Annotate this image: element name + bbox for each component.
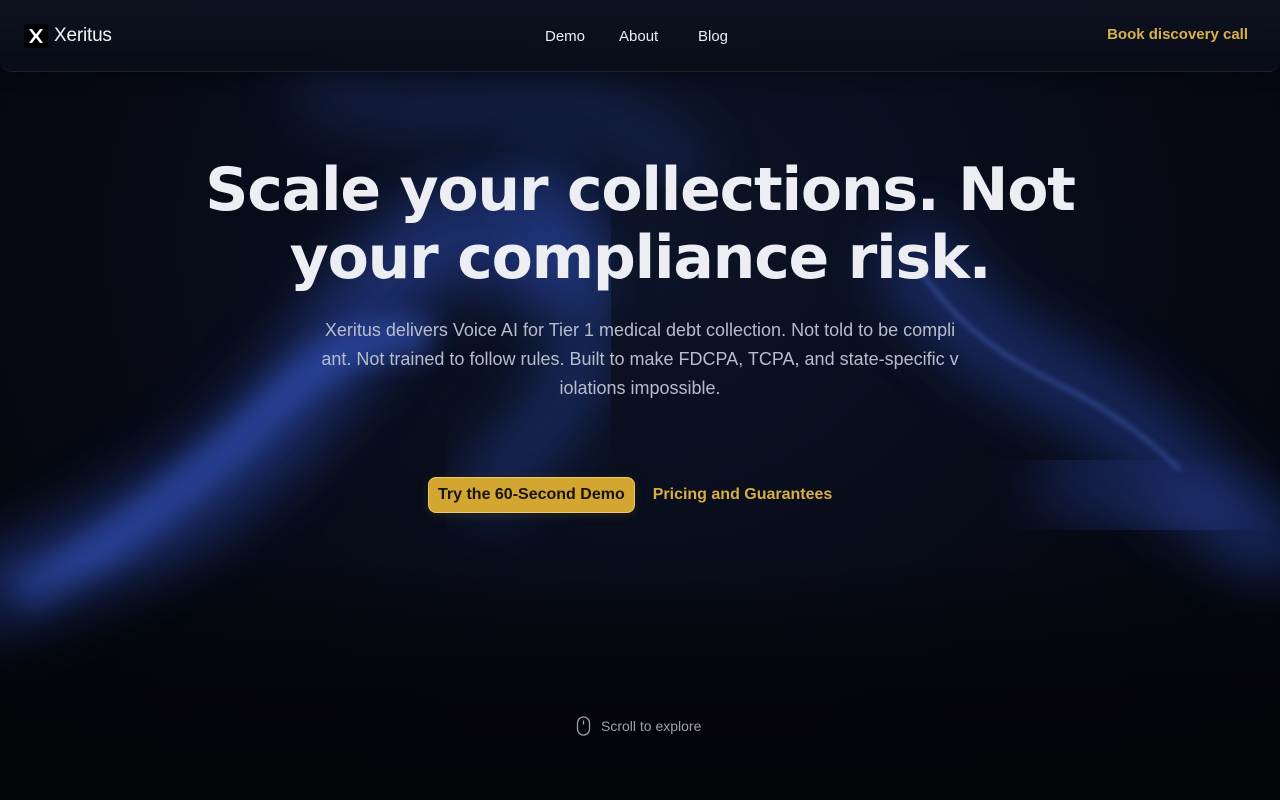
bottom-fade (0, 560, 1280, 800)
scroll-hint[interactable]: Scroll to explore (576, 716, 701, 736)
page: Xeritus Demo About Blog Book discovery c… (0, 0, 1280, 800)
nav-link-blog[interactable]: Blog (698, 24, 728, 50)
nav-link-about[interactable]: About (619, 24, 698, 50)
brand-logo-link[interactable]: Xeritus (24, 24, 112, 48)
scroll-hint-label: Scroll to explore (601, 718, 702, 734)
hero-title: Scale your collections. Not your complia… (0, 156, 1280, 292)
hero-title-line-1: Scale your collections. Not (205, 155, 1076, 225)
hero-subtitle: Xeritus delivers Voice AI for Tier 1 med… (321, 320, 959, 398)
mouse-icon (576, 716, 591, 736)
book-discovery-call-link[interactable]: Book discovery call (1107, 24, 1248, 46)
main-nav: Demo About Blog (530, 24, 728, 50)
pricing-guarantees-link[interactable]: Pricing and Guarantees (653, 486, 833, 504)
hero-title-line-2: your compliance risk. (289, 223, 992, 293)
hero-actions: Try the 60-Second Demo Pricing and Guara… (428, 477, 832, 513)
nav-link-demo[interactable]: Demo (545, 24, 619, 50)
try-demo-button[interactable]: Try the 60-Second Demo (428, 477, 635, 513)
navbar: Xeritus Demo About Blog Book discovery c… (0, 0, 1280, 72)
x-logo-icon (24, 24, 48, 48)
brand-name: Xeritus (54, 25, 112, 46)
